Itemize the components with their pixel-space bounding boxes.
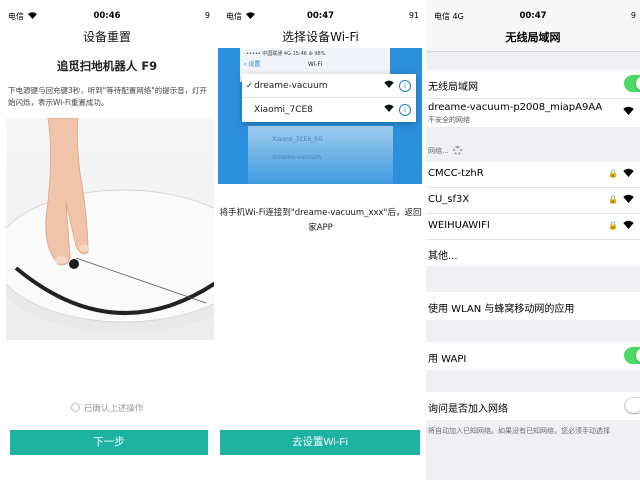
lock-icon: 🔒 <box>608 221 618 230</box>
list-item: Xiaomi_7CE8_5G <box>272 136 323 143</box>
network-row[interactable]: CMCC-tzhR 🔒 <box>426 162 640 187</box>
ask-to-join-label: 询问是否加入网络 <box>428 404 508 415</box>
page-title: 设备重置 <box>82 30 131 44</box>
wifi-icon <box>623 194 634 206</box>
battery-label: 9 <box>630 11 636 20</box>
lock-icon: 🔒 <box>608 195 618 204</box>
other-label: 其他... <box>428 251 458 262</box>
wifi-icon <box>384 98 394 122</box>
ask-to-join-toggle[interactable] <box>624 397 640 414</box>
device-reset-screen: 电信 00:46 9 设备重置 追觅扫地机器人 F9 下电源键与回充键3秒，听到… <box>0 0 214 480</box>
phone-status-text: ••••• 中国联通 4G 15:46 ⊕ 98% <box>246 51 326 57</box>
network-name: WEIHUAWIFI <box>428 220 490 231</box>
status-bar: 电信 00:46 9 <box>0 0 214 22</box>
loading-spinner-icon <box>452 146 462 155</box>
wapi-toggle[interactable] <box>624 347 640 364</box>
list-item: ✓ dreame-vacuum i <box>242 74 416 98</box>
phone-nav-bar: ‹ 设置 Wi-Fi <box>240 59 390 71</box>
battery-label: 91 <box>408 11 419 20</box>
battery-label: 9 <box>204 11 210 20</box>
other-network-row[interactable]: 其他... <box>426 240 640 266</box>
info-icon: i <box>399 80 411 92</box>
page-title: 选择设备Wi-Fi <box>282 30 359 44</box>
radio-circle-icon[interactable] <box>70 403 80 412</box>
confirm-label: 已确认上述操作 <box>83 404 144 414</box>
wifi-icon <box>623 220 634 232</box>
phone-screen-title: Wi-Fi <box>307 61 323 68</box>
network-name: Xiaomi_7CE8 <box>254 105 313 115</box>
network-list-card: ✓ dreame-vacuum i Xiaomi_7CE8 i <box>242 74 416 122</box>
instruction-line: 将手机Wi-Fi连接到"dreame-vacuum_xxx"后，返回 <box>219 208 422 218</box>
wifi-icon <box>623 106 634 118</box>
reset-description: 下电源键与回充键3秒，听到"等待配置网络"的提示音，灯开始闪烁，表示Wi-Fi重… <box>8 86 208 107</box>
faded-network-list: Xiaomi_7CE8_5G dreame-vacuum <box>248 126 393 184</box>
checkmark-icon: ✓ <box>246 81 253 90</box>
network-name: dreame-vacuum <box>254 81 328 91</box>
robot-reset-photo <box>6 118 214 340</box>
wlan-toggle[interactable] <box>624 75 640 92</box>
next-button[interactable]: 下一步 <box>10 430 208 455</box>
wapi-label: 用 WAPI <box>428 354 467 365</box>
network-row[interactable]: WEIHUAWIFI 🔒 <box>426 214 640 239</box>
wlan-label: 无线局域网 <box>428 82 478 93</box>
network-name: CMCC-tzhR <box>428 168 484 179</box>
device-heading: 追觅扫地机器人 F9 <box>56 59 158 73</box>
nav-bar: 无线局域网 <box>426 22 640 52</box>
wapi-row: 用 WAPI <box>426 342 640 370</box>
wlan-toggle-row: 无线局域网 <box>426 70 640 98</box>
page-title: 无线局域网 <box>505 31 561 44</box>
wifi-settings-illustration: ••••• 中国联通 4G 15:46 ⊕ 98% ‹ 设置 Wi-Fi ✓ d… <box>218 48 422 184</box>
status-time: 00:46 <box>93 11 121 21</box>
status-bar: 电信 4G 00:47 9 <box>426 0 640 22</box>
connected-network-subtitle: 不安全的网络 <box>428 116 470 124</box>
ask-to-join-footnote: 将自动加入已知网络。如果没有已知网络，您必须手动选择 <box>428 427 610 435</box>
confirm-checkbox[interactable]: 已确认上述操作 <box>0 402 214 414</box>
list-item: dreame-vacuum <box>272 154 322 161</box>
select-wifi-screen: 电信 00:47 91 选择设备Wi-Fi ••••• 中国联通 4G 15:4… <box>218 0 423 480</box>
wifi-icon <box>623 168 634 180</box>
status-bar: 电信 00:47 91 <box>218 0 423 22</box>
status-time: 00:47 <box>519 11 547 21</box>
info-icon: i <box>399 104 411 116</box>
instruction-line: 家APP <box>308 223 333 233</box>
connected-network-row[interactable]: dreame-vacuum-p2008_miapA9AA 不安全的网络 <box>426 99 640 127</box>
phone-back-label: 设置 <box>248 61 261 68</box>
ask-to-join-row: 询问是否加入网络 <box>426 392 640 420</box>
wlan-apps-label: 使用 WLAN 与蜂窝移动网的应用 <box>428 304 575 315</box>
connect-instruction: 将手机Wi-Fi连接到"dreame-vacuum_xxx"后，返回 家APP <box>218 206 423 236</box>
lock-icon: 🔒 <box>608 169 618 178</box>
network-name: CU_sf3X <box>428 194 470 205</box>
go-to-wifi-settings-button[interactable]: 去设置Wi-Fi <box>220 430 420 455</box>
list-item: Xiaomi_7CE8 i <box>242 98 416 122</box>
section-header: 网络... <box>428 147 449 155</box>
network-row[interactable]: CU_sf3X 🔒 <box>426 188 640 213</box>
status-time: 00:47 <box>306 11 335 21</box>
wlan-apps-row[interactable]: 使用 WLAN 与蜂窝移动网的应用 <box>426 292 640 320</box>
ios-wlan-settings-screen: 电信 4G 00:47 9 无线局域网 无线局域网 dreame-vacuum-… <box>426 0 640 480</box>
connected-network-name: dreame-vacuum-p2008_miapA9AA <box>428 102 603 113</box>
wifi-icon <box>384 74 394 98</box>
